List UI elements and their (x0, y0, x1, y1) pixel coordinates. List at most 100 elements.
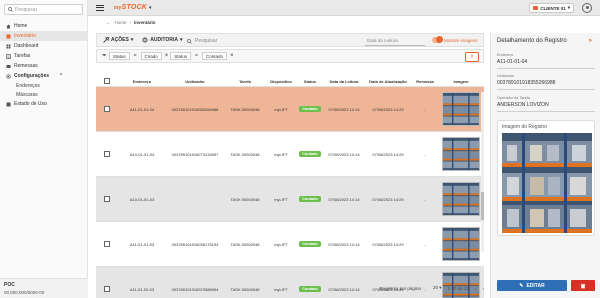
table-header: Endereço Unitizador Tarefa Dispositivo S… (96, 77, 484, 87)
breadcrumb-home[interactable]: Home (115, 20, 127, 25)
edit-button[interactable]: ✎ EDITAR (497, 280, 567, 291)
sidebar-item-tarefas[interactable]: Tarefas (0, 51, 87, 61)
sidebar-item-label: Tarefas (14, 53, 31, 59)
row-image-thumbnail[interactable] (442, 226, 480, 261)
cell-imagem (438, 226, 484, 262)
sidebar-item-dashboard[interactable]: Dashboard (0, 41, 87, 51)
client-selector[interactable]: CLIENTE 01 ▾ (529, 3, 574, 13)
row-checkbox-cell[interactable] (96, 195, 118, 203)
row-checkbox[interactable] (104, 150, 110, 157)
sidebar-subitem-enderecos[interactable]: Endereços (0, 81, 87, 90)
cell-imagem (438, 136, 484, 172)
sidebar-item-inventario[interactable]: Inventário (0, 31, 87, 41)
row-checkbox-cell[interactable] (96, 240, 118, 248)
toolbar: AÇÕES ▾ AUDITORIA ▾ Pesquisar Data da Le… (96, 33, 484, 47)
table-scrollbar[interactable] (481, 92, 484, 252)
filter-chip-operator: = (133, 53, 137, 59)
close-icon[interactable]: × (165, 53, 169, 59)
table-row[interactable]: A10-01-01-04 003789101918273134997 TASK 00… (96, 132, 484, 177)
row-checkbox-cell[interactable] (96, 105, 118, 113)
close-icon[interactable]: × (230, 53, 234, 59)
shipment-icon (6, 64, 11, 68)
cell-tarefa: TASK 00000048 (230, 106, 260, 112)
table-row[interactable]: A11-01-01-04 003789101918355266988 TASK 00… (96, 87, 484, 132)
filter-chip-field[interactable]: Status (108, 52, 130, 60)
next-page-button[interactable]: › (483, 286, 485, 291)
org-footer[interactable]: POC 00.000.000/0000-00 (0, 278, 88, 298)
sidebar-item-label: Dashboard (14, 43, 39, 49)
app-logo[interactable]: mySTOCK (114, 4, 147, 11)
sidebar-search-placeholder: Pesquisar (15, 6, 38, 13)
column-header[interactable]: Endereço (118, 79, 166, 84)
dashboard-icon (6, 44, 11, 48)
column-header[interactable]: Dispositivo (266, 79, 296, 84)
row-checkbox-cell[interactable] (96, 150, 118, 158)
status-badge: Contado (299, 151, 321, 157)
cell-data-atualizacao: 07/08/2023 14:29 (372, 196, 404, 202)
per-page-select[interactable]: 20 ▾ (427, 285, 442, 291)
sidebar-subitem-mascaras[interactable]: Máscaras (0, 90, 87, 99)
filter-chip-field[interactable]: Status (170, 52, 192, 60)
select-all-checkbox[interactable] (104, 78, 110, 84)
table-row[interactable]: A10-01-01-03 TASK 00000048 myLIFT Contado 07… (96, 177, 484, 222)
table-search-placeholder: Pesquisar (195, 38, 218, 44)
table-search-input[interactable]: Pesquisar (187, 36, 357, 46)
breadcrumb: ← Home › Inventário (106, 17, 156, 27)
row-checkbox[interactable] (104, 195, 110, 202)
client-icon (533, 6, 539, 10)
scrollbar-thumb[interactable] (481, 192, 484, 220)
field-value: A11-01-01-04 (497, 59, 528, 65)
org-name: POC (4, 282, 15, 288)
home-icon (6, 24, 11, 28)
column-header[interactable]: Unitizador (166, 79, 224, 84)
sidebar-search-input[interactable]: Pesquisar (4, 4, 83, 15)
row-checkbox[interactable] (104, 105, 110, 112)
row-image-thumbnail[interactable] (442, 136, 480, 171)
per-page-label: Registros por página (379, 285, 421, 291)
apply-search-button[interactable]: ⌕ (465, 52, 479, 62)
column-header[interactable]: Status (296, 79, 324, 84)
table-row[interactable]: A11-01-01-03 003789101918298175194 TASK 00… (96, 222, 484, 267)
chevron-down-icon[interactable]: ▾ (149, 5, 152, 11)
actions-button[interactable]: AÇÕES ▾ (100, 35, 136, 45)
status-badge: Contado (299, 196, 321, 202)
row-checkbox[interactable] (104, 240, 110, 247)
select-all-checkbox-cell[interactable] (96, 78, 118, 85)
sidebar-item-configuracoes[interactable]: Configurações ⌃ (0, 71, 87, 81)
reading-date-input[interactable]: Data da Leitura (365, 36, 425, 46)
cell-data-atualizacao: 07/08/2023 14:29 (372, 241, 404, 247)
record-image[interactable] (502, 133, 592, 233)
sidebar-item-remessas[interactable]: Remessas (0, 61, 87, 71)
filter-icon[interactable]: ⏷ (102, 53, 107, 60)
edit-label: EDITAR (526, 282, 545, 289)
unitizador-field: Unitizador 003789101918355266988 (497, 74, 595, 90)
column-header[interactable]: Imagem (438, 79, 484, 84)
user-account-icon[interactable] (582, 3, 592, 13)
logo-prefix: my (114, 5, 122, 11)
row-image-thumbnail[interactable] (442, 181, 480, 216)
filter-chip-value[interactable]: Criado (140, 52, 162, 60)
status-badge: Contado (299, 241, 321, 247)
inventory-table: Endereço Unitizador Tarefa Dispositivo S… (96, 77, 484, 298)
column-header[interactable]: Data da Leitura (324, 79, 364, 84)
warehouse-shelf-image (502, 133, 592, 233)
audit-button[interactable]: AUDITORIA ▾ (139, 35, 185, 45)
column-header[interactable]: Data de Atualização (364, 79, 412, 84)
sidebar-item-label: Estado de Uso (14, 101, 47, 107)
cell-remessa: - (424, 196, 426, 202)
sidebar-item-estado-de-uso[interactable]: Estado de Uso (0, 99, 87, 109)
column-header[interactable]: Tarefa (224, 79, 266, 84)
filter-chip-value[interactable]: Contado (201, 52, 227, 60)
sidebar-item-home[interactable]: Home (0, 21, 87, 31)
prev-page-button[interactable]: ‹ (475, 286, 477, 291)
breadcrumb-back-icon[interactable]: ← (106, 20, 111, 25)
column-header[interactable]: Remessa (412, 79, 438, 84)
org-cnpj: 00.000.000/0000-00 (4, 290, 45, 295)
cell-status: Contado (296, 106, 324, 112)
row-image-thumbnail[interactable] (442, 91, 480, 126)
collapse-panel-icon[interactable]: » (589, 38, 592, 44)
hamburger-menu-icon[interactable] (96, 4, 104, 11)
show-images-toggle[interactable]: Mostrar imagens (432, 36, 478, 43)
toggle-switch[interactable] (432, 36, 443, 43)
delete-button[interactable] (571, 280, 595, 291)
